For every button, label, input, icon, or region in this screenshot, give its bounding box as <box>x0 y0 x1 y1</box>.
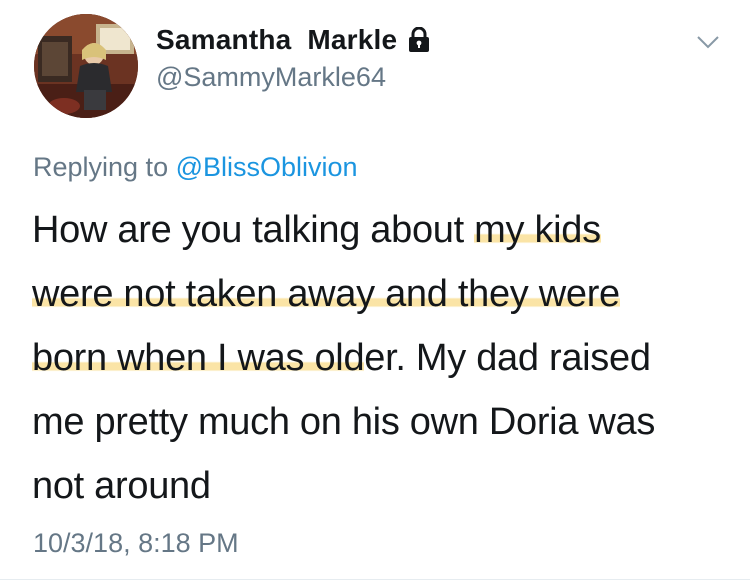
tweet-text-segment: er. My dad raised <box>364 337 651 379</box>
tweet-text-segment: me pretty much on his own Doria was <box>32 401 656 443</box>
tweet-line: How are you talking about my kids <box>32 198 732 262</box>
reply-mention-link[interactable]: @BlissOblivion <box>176 152 358 182</box>
highlighted-text: born when I was old <box>32 337 365 379</box>
replying-to: Replying to @BlissOblivion <box>33 152 358 183</box>
tweet-line: me pretty much on his own Doria was <box>32 390 732 454</box>
tweet: Samantha Markle @SammyMarkle64 Replying … <box>0 0 750 583</box>
user-name-row: Samantha Markle <box>156 24 431 56</box>
chevron-down-icon[interactable] <box>696 34 720 50</box>
avatar[interactable] <box>34 14 138 118</box>
user-handle[interactable]: @SammyMarkle64 <box>156 62 386 93</box>
replying-to-label: Replying to <box>33 152 169 182</box>
avatar-image <box>34 14 138 118</box>
lock-icon <box>407 26 431 53</box>
tweet-line: not around <box>32 454 732 518</box>
tweet-text-segment: not around <box>32 465 211 507</box>
tweet-text: How are you talking about my kids were n… <box>32 198 732 518</box>
highlighted-text: my kids <box>474 209 601 251</box>
highlighted-text: were not taken away and they were <box>32 273 620 315</box>
tweet-line: were not taken away and they were <box>32 262 732 326</box>
tweet-timestamp[interactable]: 10/3/18, 8:18 PM <box>33 528 239 559</box>
tweet-text-segment: How are you talking about <box>32 209 475 251</box>
divider <box>0 579 750 580</box>
tweet-line: born when I was older. My dad raised <box>32 326 732 390</box>
display-name[interactable]: Samantha Markle <box>156 24 397 56</box>
